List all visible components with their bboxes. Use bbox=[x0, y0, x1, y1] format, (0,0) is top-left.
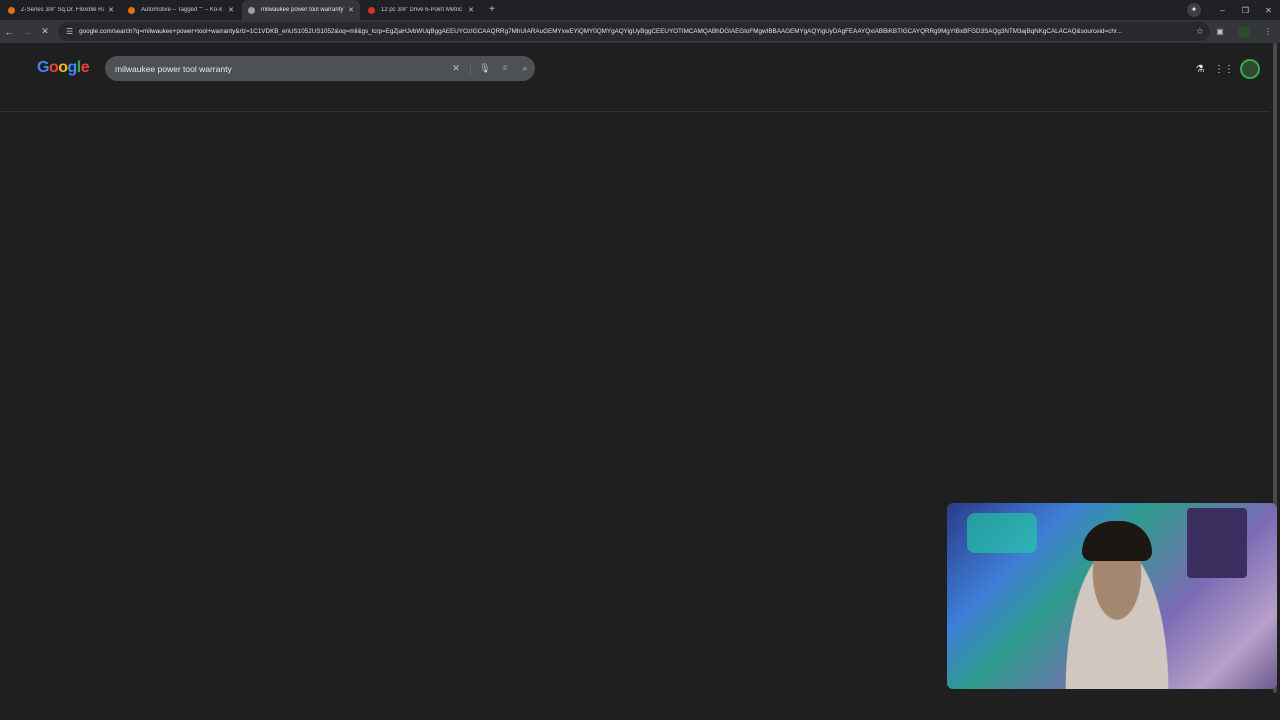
restore-button[interactable]: ❐ bbox=[1234, 6, 1257, 15]
search-box: milwaukee power tool warranty ✕ 🎙 ⌾ ⌕ bbox=[105, 56, 535, 81]
divider bbox=[470, 61, 471, 76]
header-divider bbox=[0, 111, 1270, 112]
close-tab-icon[interactable]: ✕ bbox=[228, 6, 234, 14]
apps-grid-icon[interactable]: ⋮⋮ bbox=[1212, 64, 1236, 75]
site-favicon-icon bbox=[128, 6, 135, 14]
logo-letter: g bbox=[67, 59, 78, 76]
address-bar[interactable]: ☰ google.com/search?q=milwaukee+power+to… bbox=[58, 22, 1210, 41]
back-arrow-icon[interactable]: ← bbox=[0, 27, 18, 37]
minimize-button[interactable]: – bbox=[1211, 6, 1234, 15]
browser-toolbar: ← → ✕ ☰ google.com/search?q=milwaukee+po… bbox=[0, 20, 1280, 43]
profile-avatar[interactable] bbox=[1238, 25, 1250, 38]
stop-loading-icon[interactable]: ✕ bbox=[36, 26, 54, 37]
site-favicon-icon bbox=[368, 6, 375, 14]
close-tab-icon[interactable]: ✕ bbox=[468, 6, 474, 14]
webcam-overlay bbox=[947, 503, 1277, 689]
close-tab-icon[interactable]: ✕ bbox=[348, 6, 354, 14]
tab-title: Z-Series 3/8" Sq.Dr. Flexible Ra bbox=[21, 7, 105, 13]
tab-automotive[interactable]: Automotive – Tagged "" – Ko-k ✕ bbox=[122, 0, 240, 20]
tab-title: Automotive – Tagged "" – Ko-k bbox=[141, 7, 223, 13]
side-panel-icon[interactable]: ▣ bbox=[1208, 27, 1232, 36]
url-text[interactable]: google.com/search?q=milwaukee+power+tool… bbox=[79, 28, 1190, 35]
close-tab-icon[interactable]: ✕ bbox=[108, 6, 114, 14]
clear-icon[interactable]: ✕ bbox=[446, 63, 466, 74]
header-right: ⚗ ⋮⋮ bbox=[1188, 59, 1260, 79]
close-window-button[interactable]: ✕ bbox=[1257, 6, 1280, 15]
new-tab-button[interactable]: + bbox=[484, 2, 500, 18]
logo-letter: o bbox=[58, 59, 68, 76]
window-controls: ✦ – ❐ ✕ bbox=[1187, 0, 1280, 20]
logo-letter: G bbox=[37, 59, 49, 76]
tab-12pc-drive[interactable]: 12 pc 3/8" Drive 6-Point Metric ✕ bbox=[362, 0, 480, 20]
logo-letter: o bbox=[48, 59, 59, 76]
bookmark-star-icon[interactable]: ☆ bbox=[1196, 26, 1204, 37]
tab-z-series[interactable]: Z-Series 3/8" Sq.Dr. Flexible Ra ✕ bbox=[2, 0, 120, 20]
google-logo[interactable]: Google bbox=[37, 59, 90, 77]
site-info-icon[interactable]: ☰ bbox=[66, 27, 73, 36]
lens-icon[interactable]: ⌾ bbox=[495, 63, 515, 74]
gemini-icon[interactable]: ✦ bbox=[1187, 3, 1201, 17]
forward-arrow-icon[interactable]: → bbox=[18, 27, 36, 37]
tab-title: milwaukee power tool warranty bbox=[261, 7, 344, 13]
loading-favicon-icon bbox=[248, 6, 255, 14]
tab-strip: Z-Series 3/8" Sq.Dr. Flexible Ra ✕ Autom… bbox=[0, 0, 1280, 20]
background-light bbox=[967, 513, 1037, 553]
search-icon[interactable]: ⌕ bbox=[515, 63, 535, 74]
tab-title: 12 pc 3/8" Drive 6-Point Metric bbox=[381, 7, 463, 13]
toolbar-right: ▣ ⋮ bbox=[1208, 20, 1280, 43]
microphone-icon[interactable]: 🎙 bbox=[475, 63, 495, 74]
wall-poster bbox=[1187, 508, 1247, 578]
search-input[interactable]: milwaukee power tool warranty bbox=[115, 64, 446, 74]
labs-flask-icon[interactable]: ⚗ bbox=[1188, 64, 1212, 75]
more-menu-icon[interactable]: ⋮ bbox=[1256, 27, 1280, 36]
tab-google-search[interactable]: milwaukee power tool warranty ✕ bbox=[242, 0, 360, 20]
logo-letter: e bbox=[80, 59, 90, 76]
account-avatar[interactable] bbox=[1240, 59, 1260, 79]
site-favicon-icon bbox=[8, 6, 15, 14]
